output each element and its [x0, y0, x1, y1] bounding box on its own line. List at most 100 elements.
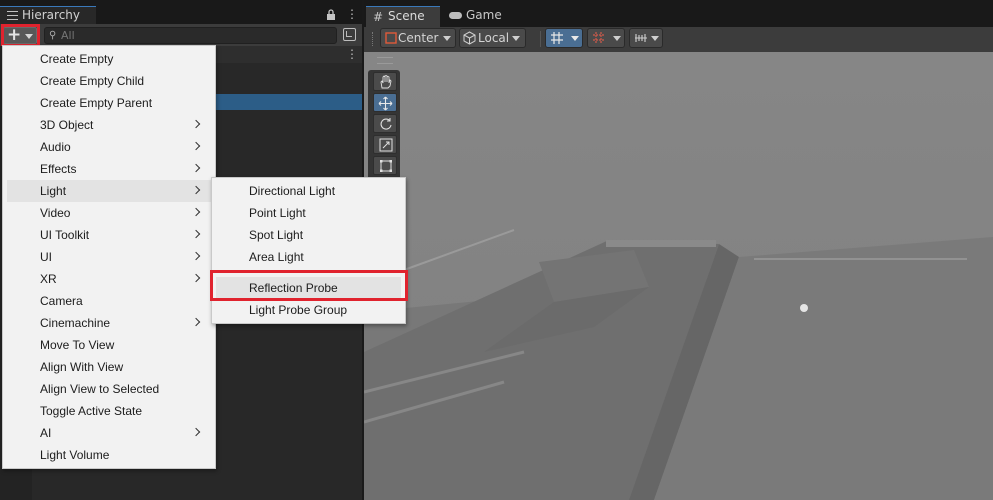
pivot-dropdown[interactable]: Center	[380, 28, 456, 48]
pivot-label: Center	[398, 31, 439, 45]
ruler-dropdown[interactable]	[629, 28, 663, 48]
chevron-right-icon	[191, 229, 201, 239]
chevron-right-icon	[191, 141, 201, 151]
reflection-probe-highlight	[210, 270, 408, 301]
hierarchy-selected-row[interactable]	[216, 94, 363, 110]
menu-item-label: Video	[40, 206, 71, 220]
chevron-right-icon	[191, 185, 201, 195]
menu-item-label: AI	[40, 426, 52, 440]
menu-item-label: Create Empty Child	[40, 74, 145, 88]
menu-item-ai[interactable]: AI	[7, 422, 211, 444]
chevron-down-icon	[443, 36, 451, 41]
menu-item-label: Align With View	[40, 360, 124, 374]
grid-snap-icon	[551, 32, 563, 44]
menu-item-label: 3D Object	[40, 118, 94, 132]
kebab-menu-icon[interactable]: ⋮	[346, 8, 358, 20]
toolbar-divider	[540, 31, 541, 47]
menu-item-label: Move To View	[40, 338, 115, 352]
chevron-down-icon	[613, 36, 621, 41]
space-dropdown[interactable]: Local	[459, 28, 526, 48]
tab-game-label: Game	[466, 8, 502, 22]
menu-item-label: Directional Light	[249, 184, 336, 198]
submenu-item-area-light[interactable]: Area Light	[216, 246, 401, 268]
scale-tool-button[interactable]	[373, 135, 397, 154]
gamepad-icon	[449, 12, 462, 19]
menu-item-create-empty-parent[interactable]: Create Empty Parent	[7, 92, 211, 114]
move-tool-button[interactable]	[373, 93, 397, 112]
menu-item-move-to-view[interactable]: Move To View	[7, 334, 211, 356]
search-icon: ⚲	[49, 30, 57, 41]
menu-item-light-volume[interactable]: Light Volume	[7, 444, 211, 466]
menu-item-create-empty[interactable]: Create Empty	[7, 48, 211, 70]
list-icon	[7, 11, 18, 20]
space-label: Local	[478, 31, 510, 45]
chevron-right-icon	[191, 251, 201, 261]
toolbar-grip-icon[interactable]	[372, 32, 377, 46]
menu-item-ui-toolkit[interactable]: UI Toolkit	[7, 224, 211, 246]
search-input[interactable]	[61, 28, 321, 43]
hand-tool-button[interactable]	[373, 72, 397, 91]
hand-icon	[380, 75, 392, 89]
menu-item-video[interactable]: Video	[7, 202, 211, 224]
move-icon	[378, 96, 393, 111]
chevron-right-icon	[191, 317, 201, 327]
menu-item-label: Cinemachine	[40, 316, 111, 330]
menu-item-label: UI	[40, 250, 52, 264]
ruler-icon	[635, 34, 647, 42]
rotate-tool-button[interactable]	[373, 114, 397, 133]
chevron-right-icon	[191, 163, 201, 173]
menu-item-toggle-active-state[interactable]: Toggle Active State	[7, 400, 211, 422]
chevron-down-icon	[512, 36, 520, 41]
menu-item-label: Toggle Active State	[40, 404, 143, 418]
grid-icon: #	[373, 10, 384, 24]
menu-item-label: Effects	[40, 162, 77, 176]
menu-item-label: Point Light	[249, 206, 306, 220]
chevron-right-icon	[191, 427, 201, 437]
menu-item-camera[interactable]: Camera	[7, 290, 211, 312]
chevron-right-icon	[191, 273, 201, 283]
tab-hierarchy-label: Hierarchy	[22, 8, 81, 22]
grid-snapping-dropdown[interactable]	[545, 28, 583, 48]
rect-transform-icon	[380, 160, 392, 172]
tab-game[interactable]: Game	[442, 6, 512, 27]
menu-item-light[interactable]: Light	[7, 180, 211, 202]
menu-item-align-view-to-selected[interactable]: Align View to Selected	[7, 378, 211, 400]
menu-item-3d-object[interactable]: 3D Object	[7, 114, 211, 136]
menu-item-label: Create Empty Parent	[40, 96, 153, 110]
menu-item-label: Align View to Selected	[40, 382, 160, 396]
menu-item-audio[interactable]: Audio	[7, 136, 211, 158]
submenu-item-point-light[interactable]: Point Light	[216, 202, 401, 224]
menu-item-label: Light Probe Group	[249, 303, 348, 317]
tab-scene[interactable]: # Scene	[366, 6, 440, 27]
snap-increment-icon	[593, 32, 605, 44]
menu-item-align-with-view[interactable]: Align With View	[7, 356, 211, 378]
scale-icon	[379, 138, 393, 152]
cube-icon	[463, 31, 476, 45]
scene-filter-icon[interactable]	[343, 28, 356, 41]
overlay-drag-handle[interactable]	[377, 57, 393, 64]
hierarchy-search-field[interactable]: ⚲	[44, 27, 337, 44]
create-menu: Create Empty Create Empty Child Create E…	[2, 45, 216, 469]
menu-item-xr[interactable]: XR	[7, 268, 211, 290]
menu-item-create-empty-child[interactable]: Create Empty Child	[7, 70, 211, 92]
hierarchy-scene-row[interactable]	[216, 46, 363, 63]
menu-item-label: Light	[40, 184, 67, 198]
menu-item-ui[interactable]: UI	[7, 246, 211, 268]
submenu-item-light-probe-group[interactable]: Light Probe Group	[216, 299, 401, 321]
light-submenu: Directional Light Point Light Spot Light…	[211, 177, 406, 324]
tab-hierarchy[interactable]: Hierarchy	[0, 6, 96, 24]
menu-item-label: Light Volume	[40, 448, 110, 462]
scene-geometry	[364, 52, 993, 500]
submenu-item-spot-light[interactable]: Spot Light	[216, 224, 401, 246]
lock-icon[interactable]	[326, 9, 336, 20]
scene-kebab-icon[interactable]: ⋮	[346, 47, 358, 61]
submenu-item-directional-light[interactable]: Directional Light	[216, 180, 401, 202]
menu-item-label: UI Toolkit	[40, 228, 90, 242]
snap-increment-dropdown[interactable]	[587, 28, 625, 48]
menu-item-label: XR	[40, 272, 57, 286]
menu-item-cinemachine[interactable]: Cinemachine	[7, 312, 211, 334]
rect-tool-button[interactable]	[373, 156, 397, 175]
menu-item-label: Audio	[40, 140, 71, 154]
menu-item-effects[interactable]: Effects	[7, 158, 211, 180]
scene-viewport[interactable]	[364, 52, 993, 500]
